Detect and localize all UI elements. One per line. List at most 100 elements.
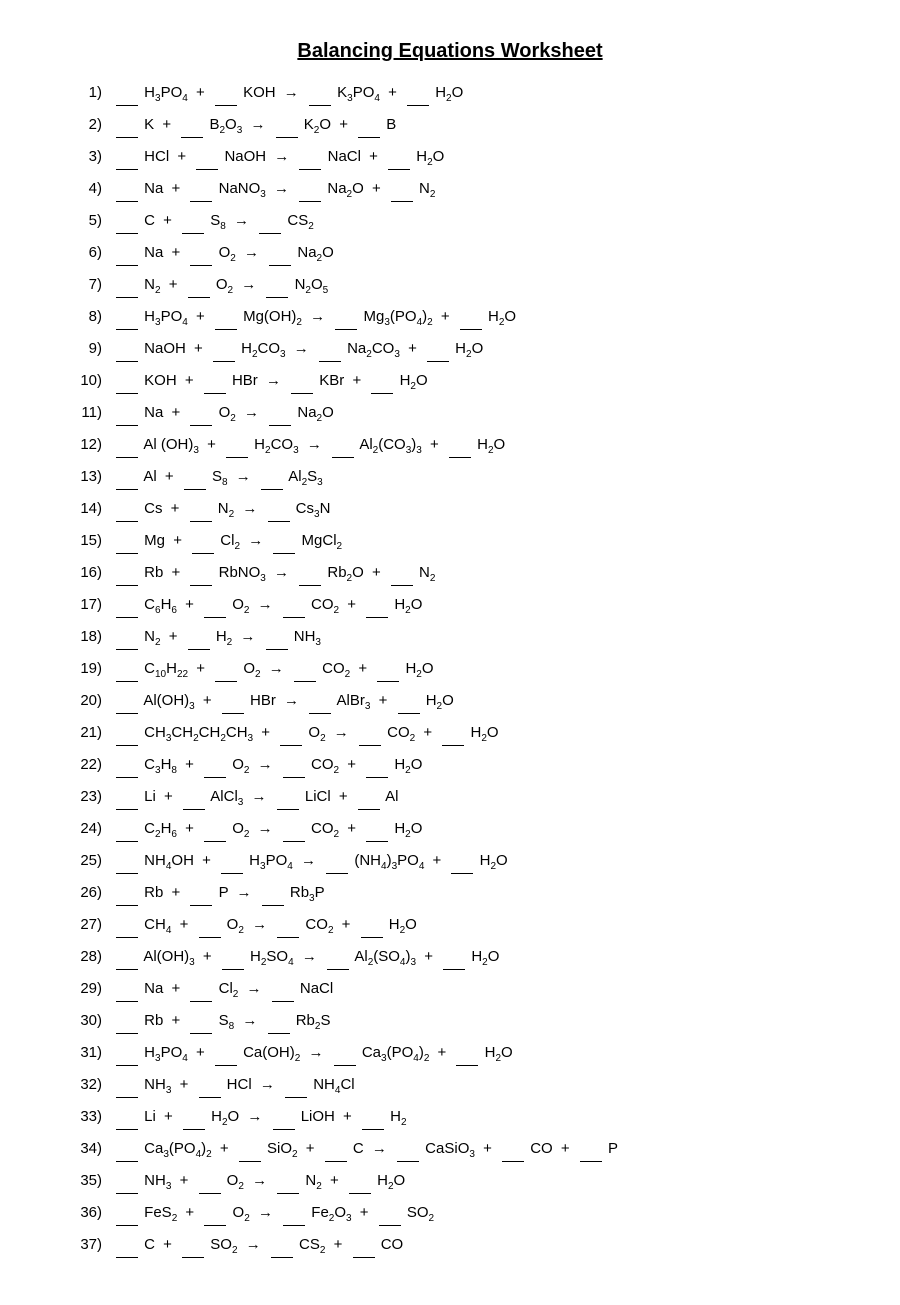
- equation-number: 3): [60, 145, 102, 169]
- equation-row: 35) NH3 + O2 → N2 + H2O: [60, 1169, 840, 1195]
- equation-number: 16): [60, 561, 102, 585]
- equation-content: NH3 + O2 → N2 + H2O: [114, 1169, 405, 1195]
- equation-row: 14) Cs + N2 → Cs3N: [60, 497, 840, 523]
- equation-row: 8) H3PO4 + Mg(OH)2 → Mg3(PO4)2 + H2O: [60, 305, 840, 331]
- equation-row: 9) NaOH + H2CO3 → Na2CO3 + H2O: [60, 337, 840, 363]
- equations-list: 1) H3PO4 + KOH → K3PO4 + H2O 2) K + B2O3 …: [60, 81, 840, 1259]
- equation-content: H3PO4 + KOH → K3PO4 + H2O: [114, 81, 463, 107]
- equation-number: 11): [60, 401, 102, 425]
- equation-row: 19) C10H22 + O2 → CO2 + H2O: [60, 657, 840, 683]
- equation-row: 4) Na + NaNO3 → Na2O + N2: [60, 177, 840, 203]
- equation-row: 34) Ca3(PO4)2 + SiO2 + C → CaSiO3 + CO +…: [60, 1137, 840, 1163]
- equation-row: 25) NH4OH + H3PO4 → (NH4)3PO4 + H2O: [60, 849, 840, 875]
- equation-number: 18): [60, 625, 102, 649]
- equation-content: NH4OH + H3PO4 → (NH4)3PO4 + H2O: [114, 849, 508, 875]
- equation-number: 33): [60, 1105, 102, 1129]
- equation-row: 22) C3H8 + O2 → CO2 + H2O: [60, 753, 840, 779]
- equation-content: Na + NaNO3 → Na2O + N2: [114, 177, 435, 203]
- equation-content: Cs + N2 → Cs3N: [114, 497, 330, 523]
- equation-number: 14): [60, 497, 102, 521]
- equation-row: 18) N2 + H2 → NH3: [60, 625, 840, 651]
- equation-row: 33) Li + H2O → LiOH + H2: [60, 1105, 840, 1131]
- equation-number: 19): [60, 657, 102, 681]
- equation-row: 1) H3PO4 + KOH → K3PO4 + H2O: [60, 81, 840, 107]
- equation-number: 30): [60, 1009, 102, 1033]
- equation-number: 36): [60, 1201, 102, 1225]
- equation-content: Al + S8 → Al2S3: [114, 465, 323, 491]
- equation-content: Na + O2 → Na2O: [114, 401, 334, 427]
- equation-number: 23): [60, 785, 102, 809]
- equation-content: Mg + Cl2 → MgCl2: [114, 529, 342, 555]
- equation-number: 31): [60, 1041, 102, 1065]
- equation-content: KOH + HBr → KBr + H2O: [114, 369, 428, 395]
- equation-content: Na + O2 → Na2O: [114, 241, 334, 267]
- equation-row: 10) KOH + HBr → KBr + H2O: [60, 369, 840, 395]
- equation-row: 28) Al(OH)3 + H2SO4 → Al2(SO4)3 + H2O: [60, 945, 840, 971]
- equation-content: NaOH + H2CO3 → Na2CO3 + H2O: [114, 337, 483, 363]
- equation-content: K + B2O3 → K2O + B: [114, 113, 396, 139]
- equation-number: 8): [60, 305, 102, 329]
- equation-content: Al(OH)3 + H2SO4 → Al2(SO4)3 + H2O: [114, 945, 499, 971]
- equation-content: Rb + S8 → Rb2S: [114, 1009, 330, 1035]
- equation-row: 23) Li + AlCl3 → LiCl + Al: [60, 785, 840, 811]
- equation-row: 24) C2H6 + O2 → CO2 + H2O: [60, 817, 840, 843]
- equation-number: 27): [60, 913, 102, 937]
- equation-row: 26) Rb + P → Rb3P: [60, 881, 840, 907]
- equation-content: Rb + P → Rb3P: [114, 881, 325, 907]
- equation-row: 3) HCl + NaOH → NaCl + H2O: [60, 145, 840, 171]
- equation-row: 5) C + S8 → CS2: [60, 209, 840, 235]
- equation-number: 1): [60, 81, 102, 105]
- equation-content: Ca3(PO4)2 + SiO2 + C → CaSiO3 + CO + P: [114, 1137, 618, 1163]
- equation-content: CH3CH2CH2CH3 + O2 → CO2 + H2O: [114, 721, 499, 747]
- equation-number: 4): [60, 177, 102, 201]
- equation-number: 22): [60, 753, 102, 777]
- equation-content: Al(OH)3 + HBr → AlBr3 + H2O: [114, 689, 454, 715]
- equation-content: C10H22 + O2 → CO2 + H2O: [114, 657, 434, 683]
- equation-number: 28): [60, 945, 102, 969]
- equation-number: 6): [60, 241, 102, 265]
- equation-number: 35): [60, 1169, 102, 1193]
- equation-number: 7): [60, 273, 102, 297]
- equation-content: Li + AlCl3 → LiCl + Al: [114, 785, 399, 811]
- equation-row: 12) Al (OH)3 + H2CO3 → Al2(CO3)3 + H2O: [60, 433, 840, 459]
- equation-number: 37): [60, 1233, 102, 1257]
- equation-content: C + S8 → CS2: [114, 209, 314, 235]
- equation-number: 32): [60, 1073, 102, 1097]
- equation-row: 6) Na + O2 → Na2O: [60, 241, 840, 267]
- equation-row: 36) FeS2 + O2 → Fe2O3 + SO2: [60, 1201, 840, 1227]
- equation-content: Rb + RbNO3 → Rb2O + N2: [114, 561, 435, 587]
- equation-content: C3H8 + O2 → CO2 + H2O: [114, 753, 422, 779]
- equation-number: 5): [60, 209, 102, 233]
- equation-number: 29): [60, 977, 102, 1001]
- equation-content: C2H6 + O2 → CO2 + H2O: [114, 817, 422, 843]
- equation-content: H3PO4 + Mg(OH)2 → Mg3(PO4)2 + H2O: [114, 305, 516, 331]
- equation-number: 17): [60, 593, 102, 617]
- equation-row: 20) Al(OH)3 + HBr → AlBr3 + H2O: [60, 689, 840, 715]
- equation-number: 15): [60, 529, 102, 553]
- equation-row: 11) Na + O2 → Na2O: [60, 401, 840, 427]
- equation-content: HCl + NaOH → NaCl + H2O: [114, 145, 444, 171]
- equation-number: 10): [60, 369, 102, 393]
- equation-content: Li + H2O → LiOH + H2: [114, 1105, 407, 1131]
- equation-content: C6H6 + O2 → CO2 + H2O: [114, 593, 422, 619]
- equation-row: 37) C + SO2 → CS2 + CO: [60, 1233, 840, 1259]
- equation-content: N2 + O2 → N2O5: [114, 273, 328, 299]
- equation-content: Al (OH)3 + H2CO3 → Al2(CO3)3 + H2O: [114, 433, 505, 459]
- equation-row: 16) Rb + RbNO3 → Rb2O + N2: [60, 561, 840, 587]
- page-title: Balancing Equations Worksheet: [60, 40, 840, 63]
- equation-content: N2 + H2 → NH3: [114, 625, 321, 651]
- equation-number: 2): [60, 113, 102, 137]
- equation-number: 25): [60, 849, 102, 873]
- equation-number: 13): [60, 465, 102, 489]
- equation-row: 7) N2 + O2 → N2O5: [60, 273, 840, 299]
- equation-row: 2) K + B2O3 → K2O + B: [60, 113, 840, 139]
- equation-row: 21) CH3CH2CH2CH3 + O2 → CO2 + H2O: [60, 721, 840, 747]
- equation-row: 32) NH3 + HCl → NH4Cl: [60, 1073, 840, 1099]
- equation-number: 34): [60, 1137, 102, 1161]
- equation-number: 9): [60, 337, 102, 361]
- equation-number: 26): [60, 881, 102, 905]
- equation-row: 13) Al + S8 → Al2S3: [60, 465, 840, 491]
- equation-row: 27) CH4 + O2 → CO2 + H2O: [60, 913, 840, 939]
- equation-content: H3PO4 + Ca(OH)2 → Ca3(PO4)2 + H2O: [114, 1041, 513, 1067]
- equation-row: 30) Rb + S8 → Rb2S: [60, 1009, 840, 1035]
